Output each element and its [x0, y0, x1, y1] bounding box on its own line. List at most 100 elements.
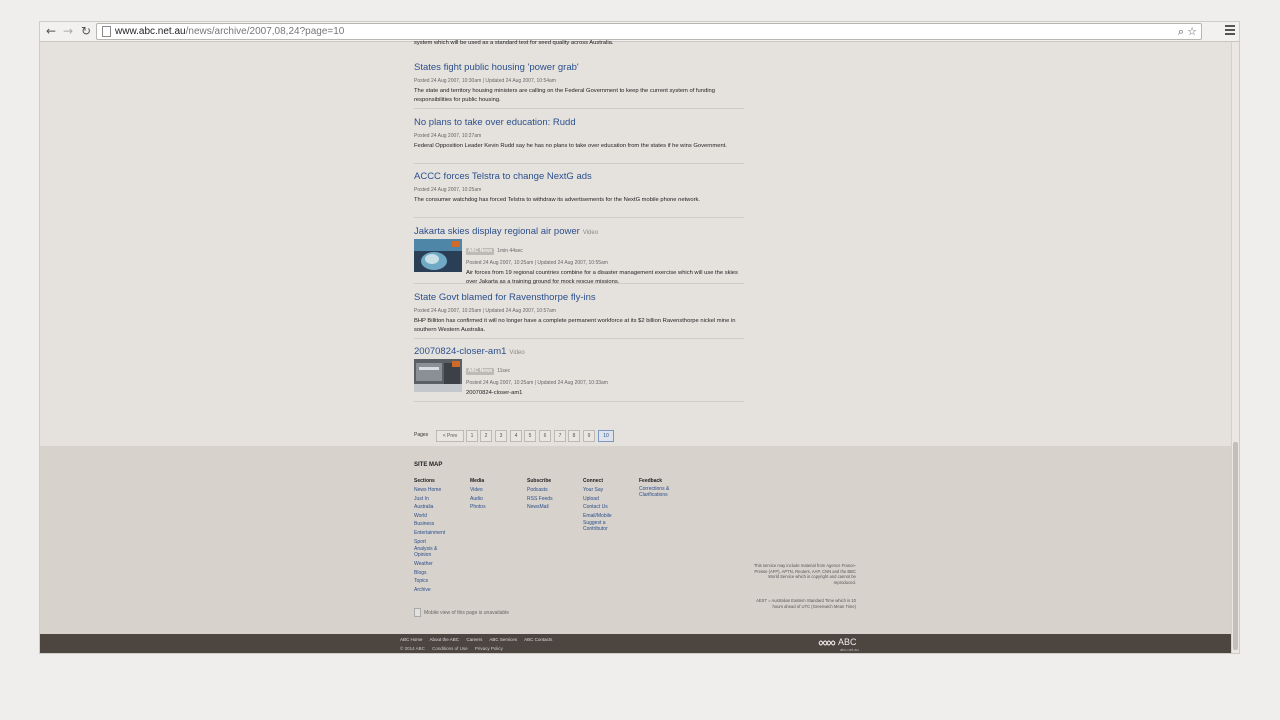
footer-link[interactable]: RSS Feeds [527, 495, 577, 504]
browser-toolbar: ← → ↻ www.abc.net.au/news/archive/2007,0… [40, 22, 1239, 42]
footer-link[interactable]: World [414, 512, 464, 521]
footer-link[interactable]: Australia [414, 503, 464, 512]
video-duration: 1min 44sec [497, 248, 523, 254]
page-button-8[interactable]: 8 [568, 430, 580, 442]
menu-icon[interactable] [1225, 25, 1235, 37]
footer-column-media: Media Video Audio Photos [470, 478, 520, 512]
copyright-text: © 2014 ABC [400, 646, 425, 651]
story-title-link[interactable]: ACCC forces Telstra to change NextG ads [414, 171, 592, 182]
aest-note: AEST = Australian Eastern Standard Time … [756, 598, 856, 609]
video-duration: 11sec [497, 368, 511, 374]
about-abc-link[interactable]: About the ABC [430, 637, 460, 642]
careers-link[interactable]: Careers [466, 637, 482, 642]
story-meta: Posted 24 Aug 2007, 10:30am | Updated 24… [414, 78, 556, 84]
story-description: Federal Opposition Leader Kevin Rudd say… [414, 143, 727, 149]
page-button-1[interactable]: 1 [466, 430, 478, 442]
page-button-current[interactable]: 10 [598, 430, 614, 442]
star-icon[interactable]: ☆ [1187, 24, 1197, 39]
page-button-5[interactable]: 5 [524, 430, 536, 442]
url-path: /news/archive/2007,08,24?page=10 [185, 26, 345, 37]
abc-services-link[interactable]: ABC Services [489, 637, 517, 642]
abc-lissajous-icon [818, 640, 836, 646]
abc-logo-url: abc.net.au [840, 647, 859, 652]
story-description: The state and territory housing minister… [414, 88, 715, 103]
story-meta: Posted 24 Aug 2007, 10:25am | Updated 24… [414, 308, 556, 314]
vertical-scrollbar[interactable] [1231, 42, 1239, 653]
story-type-label: Video [509, 350, 525, 356]
footer-link[interactable]: Sport [414, 538, 464, 547]
footer-link[interactable]: Your Say [583, 486, 633, 495]
footer-link[interactable]: Photos [470, 503, 520, 512]
zoom-icon[interactable]: ⌕ [1178, 24, 1184, 39]
footer-column-head: Feedback [639, 478, 663, 484]
footer-link[interactable]: Suggest a Contributor [583, 520, 613, 532]
footer-link[interactable]: NewsMail [527, 503, 577, 512]
story-meta: Posted 24 Aug 2007, 10:25am [414, 187, 482, 193]
video-details: ABC News 11sec Posted 24 Aug 2007, 10:25a… [466, 359, 744, 398]
video-details: ABC News 1min 44sec Posted 24 Aug 2007, 1… [466, 239, 744, 287]
conditions-link[interactable]: Conditions of Use [432, 646, 468, 651]
pages-label: Pages [414, 432, 429, 438]
abc-contacts-link[interactable]: ABC Contacts [524, 637, 552, 642]
footer-column-sections: Sections News Home Just In Australia Wor… [414, 478, 464, 595]
footer-link[interactable]: Podcasts [527, 486, 577, 495]
story-item: No plans to take over education: Rudd Po… [414, 112, 744, 164]
url-host: www.abc.net.au [115, 26, 186, 37]
story-meta: Posted 24 Aug 2007, 10:25am | Updated 24… [466, 380, 608, 386]
footer-column-head: Connect [583, 478, 603, 484]
page-content: system which will be used as a standard … [40, 40, 1232, 653]
video-thumbnail[interactable] [414, 239, 462, 272]
footer-column-connect: Connect Your Say Upload Contact Us Email… [583, 478, 633, 532]
abc-home-link[interactable]: ABC Home [400, 637, 423, 642]
abc-bottom-bar: ABC Home About the ABC Careers ABC Servi… [40, 634, 1232, 653]
address-bar[interactable]: www.abc.net.au/news/archive/2007,08,24?p… [96, 23, 1202, 40]
abc-legal-links: © 2014 ABC Conditions of Use Privacy Pol… [400, 646, 509, 651]
prev-page-button[interactable]: < Prev [436, 430, 464, 442]
footer-link[interactable]: Email/Mobile [583, 512, 633, 521]
story-description: 20070824-closer-am1 [466, 390, 523, 396]
footer-link[interactable]: Archive [414, 586, 464, 595]
footer-link[interactable]: Contact Us [583, 503, 633, 512]
video-story-item: Jakarta skies display regional air power… [414, 221, 744, 287]
back-icon[interactable]: ← [44, 24, 58, 38]
url-text[interactable]: www.abc.net.au/news/archive/2007,08,24?p… [115, 25, 344, 39]
page-icon [102, 26, 111, 37]
page-button-4[interactable]: 4 [510, 430, 522, 442]
copyright-disclaimer: This service may include material from A… [753, 563, 856, 585]
story-title-link[interactable]: Jakarta skies display regional air power [414, 226, 580, 237]
browser-window: ← → ↻ www.abc.net.au/news/archive/2007,0… [39, 21, 1240, 654]
footer-link[interactable]: Video [470, 486, 520, 495]
footer-column-feedback: Feedback Corrections & Clarifications [639, 478, 689, 498]
footer-link[interactable]: Business [414, 520, 464, 529]
story-item: State Govt blamed for Ravensthorpe fly-i… [414, 287, 744, 339]
page-button-3[interactable]: 3 [495, 430, 507, 442]
page-button-9[interactable]: 9 [583, 430, 595, 442]
footer-link[interactable]: Corrections & Clarifications [639, 486, 683, 498]
footer-link[interactable]: Upload [583, 495, 633, 504]
footer-link[interactable]: Just In [414, 495, 464, 504]
footer-link[interactable]: News Home [414, 486, 464, 495]
footer-link[interactable]: Entertainment [414, 529, 464, 538]
source-badge: ABC News [466, 368, 495, 375]
footer-link[interactable]: Topics [414, 577, 464, 586]
scrollbar-thumb[interactable] [1233, 442, 1238, 650]
forward-icon[interactable]: → [61, 24, 75, 38]
story-description: BHP Billiton has confirmed it will no lo… [414, 318, 736, 333]
video-thumbnail[interactable] [414, 359, 462, 392]
story-title-link[interactable]: State Govt blamed for Ravensthorpe fly-i… [414, 292, 596, 303]
site-footer: SITE MAP Sections News Home Just In Aust… [40, 446, 1232, 634]
footer-link[interactable]: Analysis & Opinion [414, 546, 448, 558]
story-title-link[interactable]: No plans to take over education: Rudd [414, 117, 576, 128]
video-story-item: 20070824-closer-am1Video ABC News11sec [414, 341, 744, 402]
abc-global-links: ABC Home About the ABC Careers ABC Servi… [400, 637, 558, 642]
story-title-link[interactable]: States fight public housing 'power grab' [414, 62, 579, 73]
footer-link[interactable]: Blogs [414, 569, 464, 578]
page-button-2[interactable]: 2 [480, 430, 492, 442]
privacy-link[interactable]: Privacy Policy [475, 646, 503, 651]
footer-link[interactable]: Weather [414, 560, 464, 569]
page-button-7[interactable]: 7 [554, 430, 566, 442]
reload-icon[interactable]: ↻ [79, 24, 93, 38]
story-title-link[interactable]: 20070824-closer-am1 [414, 346, 506, 357]
page-button-6[interactable]: 6 [539, 430, 551, 442]
footer-link[interactable]: Audio [470, 495, 520, 504]
